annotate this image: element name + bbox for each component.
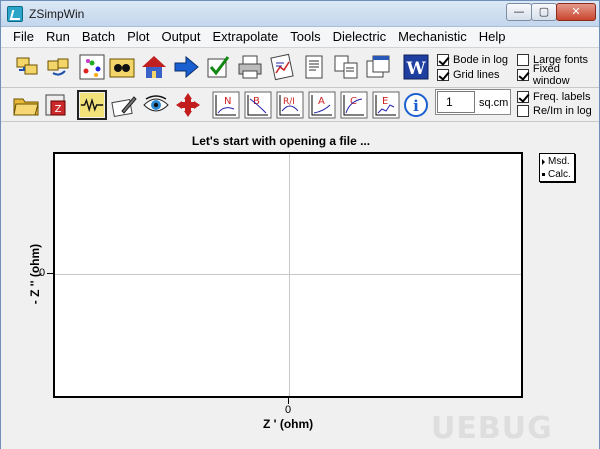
- re-im-in-log-label: Re/Im in log: [533, 105, 592, 117]
- copy-files-icon[interactable]: [43, 52, 73, 82]
- menu-bar: File Run Batch Plot Output Extrapolate T…: [1, 27, 599, 48]
- fixed-window-option[interactable]: Fixed window: [517, 63, 599, 87]
- freq-labels-label: Freq. labels: [533, 91, 591, 103]
- minimize-button[interactable]: —: [506, 3, 532, 21]
- menu-run[interactable]: Run: [40, 28, 76, 46]
- window-icon[interactable]: [363, 52, 393, 82]
- svg-text:i: i: [413, 97, 419, 115]
- legend-label-calculated: Calc.: [548, 169, 571, 180]
- edit-icon[interactable]: [109, 90, 139, 120]
- page-icon[interactable]: [299, 52, 329, 82]
- y-axis-tick: [47, 273, 53, 274]
- arrow-right-icon[interactable]: [171, 52, 201, 82]
- eye-icon[interactable]: [141, 90, 171, 120]
- window-title: ZSimpWin: [29, 7, 85, 21]
- large-fonts-checkbox[interactable]: [517, 54, 529, 66]
- nyquist-plot[interactable]: [53, 152, 523, 398]
- svg-text:R/I: R/I: [283, 97, 295, 107]
- title-bar[interactable]: ZSimpWin — ▢ ✕: [1, 1, 599, 27]
- word-icon[interactable]: W: [401, 52, 431, 82]
- svg-text:Z: Z: [55, 104, 62, 115]
- check-edit-icon[interactable]: [203, 52, 233, 82]
- app-window: ZSimpWin — ▢ ✕ File Run Batch Plot Outpu…: [0, 0, 600, 449]
- plot-b-icon[interactable]: B: [243, 90, 273, 120]
- y-axis-label: - Z '' (ohm): [28, 243, 42, 305]
- print-icon[interactable]: [235, 52, 265, 82]
- x-axis-label: Z ' (ohm): [263, 417, 314, 431]
- svg-text:N: N: [224, 96, 231, 107]
- house-icon[interactable]: [139, 52, 169, 82]
- watermark-logo: UEBUG: [431, 411, 553, 446]
- bode-in-log-option[interactable]: Bode in log: [437, 53, 508, 67]
- plot-a-icon[interactable]: A: [307, 90, 337, 120]
- svg-text:A: A: [318, 96, 325, 107]
- open-files-icon[interactable]: [13, 52, 43, 82]
- svg-text:W: W: [405, 59, 426, 79]
- plot-r-icon[interactable]: R/I: [275, 90, 305, 120]
- close-button[interactable]: ✕: [556, 3, 596, 21]
- legend-item-calculated: Calc.: [542, 168, 574, 181]
- grid-lines-checkbox[interactable]: [437, 69, 449, 81]
- menu-help[interactable]: Help: [473, 28, 512, 46]
- pages-icon[interactable]: [331, 52, 361, 82]
- plot-c-icon[interactable]: C: [339, 90, 369, 120]
- freq-labels-checkbox[interactable]: [517, 91, 529, 103]
- svg-text:E: E: [382, 96, 388, 107]
- app-icon: [7, 6, 23, 22]
- circuit-icon[interactable]: [77, 90, 107, 120]
- maximize-button[interactable]: ▢: [531, 3, 557, 21]
- open-folder-icon[interactable]: [11, 90, 41, 120]
- menu-batch[interactable]: Batch: [76, 28, 121, 46]
- bode-in-log-label: Bode in log: [453, 54, 509, 66]
- main-toolbar: W Bode in log Grid lines Large fonts Fix…: [1, 48, 599, 88]
- re-im-in-log-checkbox[interactable]: [517, 105, 529, 117]
- area-input[interactable]: 1: [437, 91, 475, 113]
- fixed-window-checkbox[interactable]: [517, 69, 529, 81]
- menu-dielectric[interactable]: Dielectric: [327, 28, 392, 46]
- plot-legend[interactable]: Msd. Calc.: [539, 153, 575, 182]
- measured-marker-icon: [542, 158, 545, 165]
- area-unit-label: sq.cm: [479, 97, 509, 109]
- grid-lines-label: Grid lines: [453, 69, 500, 81]
- legend-label-measured: Msd.: [548, 156, 570, 167]
- bode-in-log-checkbox[interactable]: [437, 54, 449, 66]
- svg-text:C: C: [350, 96, 357, 107]
- grid-lines-option[interactable]: Grid lines: [437, 68, 499, 82]
- info-icon[interactable]: i: [401, 90, 431, 120]
- compress-icon[interactable]: Z: [41, 90, 71, 120]
- menu-mechanistic[interactable]: Mechanistic: [392, 28, 473, 46]
- model-icon[interactable]: [77, 52, 107, 82]
- grid-line-vertical: [289, 154, 290, 396]
- plot-message: Let's start with opening a file ...: [191, 134, 371, 148]
- x-axis-tick-label: 0: [285, 404, 292, 416]
- freq-labels-option[interactable]: Freq. labels: [517, 90, 590, 104]
- menu-tools[interactable]: Tools: [284, 28, 326, 46]
- menu-file[interactable]: File: [7, 28, 40, 46]
- menu-plot[interactable]: Plot: [121, 28, 155, 46]
- plot-e-icon[interactable]: E: [371, 90, 401, 120]
- batch-icon[interactable]: [107, 52, 137, 82]
- plot-n-icon[interactable]: N: [211, 90, 241, 120]
- menu-output[interactable]: Output: [155, 28, 206, 46]
- grid-line-horizontal: [55, 274, 521, 275]
- chart-report-icon[interactable]: [267, 52, 297, 82]
- fixed-window-label: Fixed window: [532, 63, 570, 87]
- legend-item-measured: Msd.: [542, 155, 574, 168]
- move-arrows-icon[interactable]: [173, 90, 203, 120]
- menu-extrapolate[interactable]: Extrapolate: [207, 28, 285, 46]
- re-im-in-log-option[interactable]: Re/Im in log: [517, 104, 592, 118]
- calculated-marker-icon: [542, 173, 545, 176]
